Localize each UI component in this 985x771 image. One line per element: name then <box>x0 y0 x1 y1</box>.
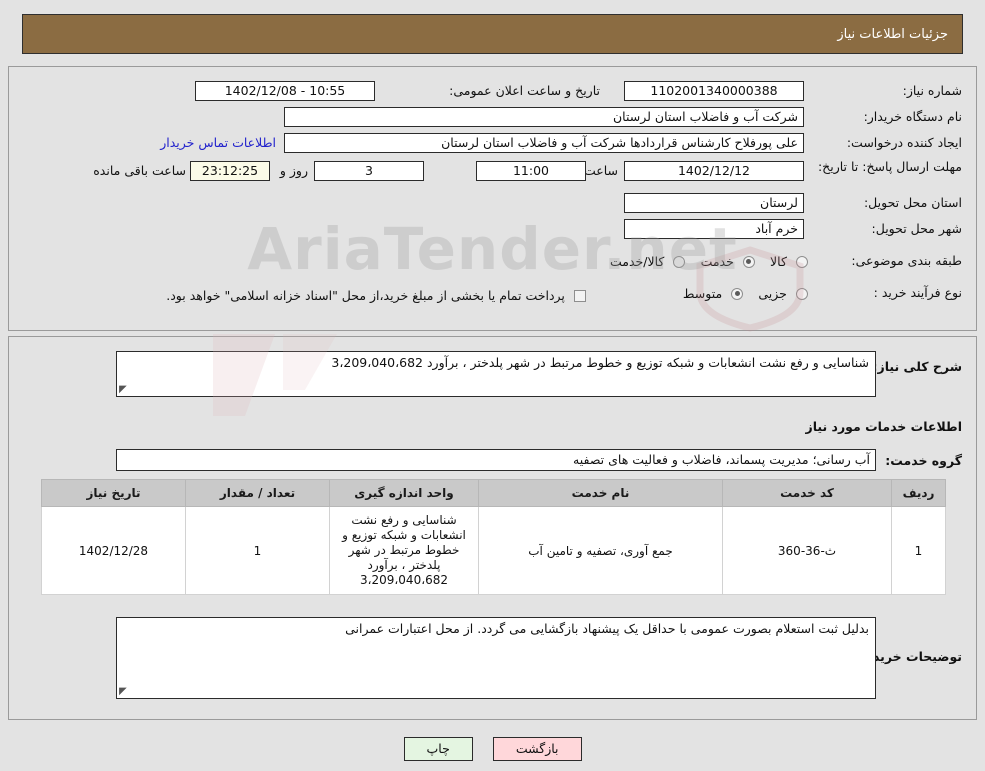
category-radio-kala[interactable] <box>796 255 808 268</box>
service-group-label: گروه خدمت: <box>885 453 962 468</box>
buyer-notes-value: بدلیل ثبت استعلام بصورت عمومی با حداقل ی… <box>345 621 869 636</box>
service-items-table: ردیف کد خدمت نام خدمت واحد اندازه گیری ت… <box>41 479 946 595</box>
deadline-days-value: 3 <box>314 161 424 181</box>
category-label-kala: کالا <box>770 254 787 269</box>
delivery-province-label: استان محل تحویل: <box>863 195 962 210</box>
purchase-radio-jozii[interactable] <box>796 287 808 300</box>
delivery-province-value: لرستان <box>624 193 804 213</box>
description-label: شرح کلی نیاز: <box>872 359 962 374</box>
description-textarea[interactable]: شناسایی و رفع نشت انشعابات و شبکه توزیع … <box>116 351 876 397</box>
buyer-notes-textarea[interactable]: بدلیل ثبت استعلام بصورت عمومی با حداقل ی… <box>116 617 876 699</box>
deadline-days-label: روز و <box>279 163 308 178</box>
deadline-countdown-value: 23:12:25 <box>190 161 270 181</box>
resize-handle-icon[interactable]: ◥ <box>119 384 129 395</box>
purchase-type-radio-group: جزیی متوسط <box>673 283 808 302</box>
buyer-org-value: شرکت آب و فاضلاب استان لرستان <box>284 107 804 127</box>
category-label-kala-khedmat: کالا/خدمت <box>610 254 665 269</box>
deadline-countdown-label: ساعت باقی مانده <box>93 163 186 178</box>
cell-qty: 1 <box>185 506 330 595</box>
th-unit: واحد اندازه گیری <box>329 479 479 507</box>
page-title: جزئیات اطلاعات نیاز <box>837 26 948 42</box>
resize-handle-icon-notes[interactable]: ◥ <box>119 686 129 697</box>
announce-datetime-label: تاریخ و ساعت اعلان عمومی: <box>449 83 600 98</box>
print-button[interactable]: چاپ <box>403 737 473 761</box>
purchase-type-label: نوع فرآیند خرید : <box>873 285 962 300</box>
th-qty: تعداد / مقدار <box>185 479 330 507</box>
table-header-row: ردیف کد خدمت نام خدمت واحد اندازه گیری ت… <box>41 479 946 507</box>
purchase-radio-motavaset[interactable] <box>731 287 744 300</box>
deadline-time-value: 11:00 <box>476 161 586 181</box>
th-row: ردیف <box>891 479 946 507</box>
cell-name: جمع آوری، تصفیه و تامین آب <box>478 506 723 595</box>
cell-code: ث-36-360 <box>722 506 892 595</box>
purchase-label-jozii: جزیی <box>758 286 787 301</box>
services-section-title: اطلاعات خدمات مورد نیاز <box>805 419 963 434</box>
treasury-note-row: پرداخت تمام یا بخشی از مبلغ خرید،از محل … <box>166 285 586 304</box>
deadline-date-value: 1402/12/12 <box>624 161 804 181</box>
th-name: نام خدمت <box>478 479 723 507</box>
purchase-label-motavaset: متوسط <box>682 286 723 301</box>
need-info-panel: شماره نیاز: 1102001340000388 تاریخ و ساع… <box>8 66 977 331</box>
buyer-org-label: نام دستگاه خریدار: <box>863 109 962 124</box>
buyer-contact-link[interactable]: اطلاعات تماس خریدار <box>160 135 276 150</box>
announce-datetime-value: 1402/12/08 - 10:55 <box>195 81 375 101</box>
treasury-checkbox[interactable] <box>574 289 586 302</box>
th-code: کد خدمت <box>722 479 892 507</box>
cell-row: 1 <box>891 506 946 595</box>
treasury-note-label: پرداخت تمام یا بخشی از مبلغ خرید،از محل … <box>166 288 565 303</box>
category-radio-kala-khedmat[interactable] <box>673 255 686 268</box>
cell-date: 1402/12/28 <box>41 506 186 595</box>
deadline-label: مهلت ارسال پاسخ: تا تاریخ: <box>817 159 962 174</box>
delivery-city-value: خرم آباد <box>624 219 804 239</box>
cell-unit: شناسایی و رفع نشت انشعابات و شبکه توزیع … <box>329 506 479 595</box>
category-radio-khedmat[interactable] <box>742 255 755 268</box>
table-row: 1 ث-36-360 جمع آوری، تصفیه و تامین آب شن… <box>41 506 946 595</box>
requester-value: علی پورفلاح کارشناس قراردادها شرکت آب و … <box>284 133 804 153</box>
delivery-city-label: شهر محل تحویل: <box>871 221 962 236</box>
page-header: جزئیات اطلاعات نیاز <box>22 14 963 54</box>
th-date: تاریخ نیاز <box>41 479 186 507</box>
need-number-label: شماره نیاز: <box>902 83 962 98</box>
action-button-bar: بازگشت چاپ <box>0 737 985 761</box>
back-button[interactable]: بازگشت <box>492 737 582 761</box>
need-number-value: 1102001340000388 <box>624 81 804 101</box>
service-group-value: آب رسانی؛ مدیریت پسماند، فاضلاب و فعالیت… <box>116 449 876 471</box>
service-details-panel: شرح کلی نیاز: شناسایی و رفع نشت انشعابات… <box>8 336 977 720</box>
requester-label: ایجاد کننده درخواست: <box>846 135 962 150</box>
category-label: طبقه بندی موضوعی: <box>851 253 962 268</box>
description-value: شناسایی و رفع نشت انشعابات و شبکه توزیع … <box>331 355 869 370</box>
category-label-khedmat: خدمت <box>700 254 734 269</box>
category-radio-group: کالا خدمت کالا/خدمت <box>600 251 808 270</box>
